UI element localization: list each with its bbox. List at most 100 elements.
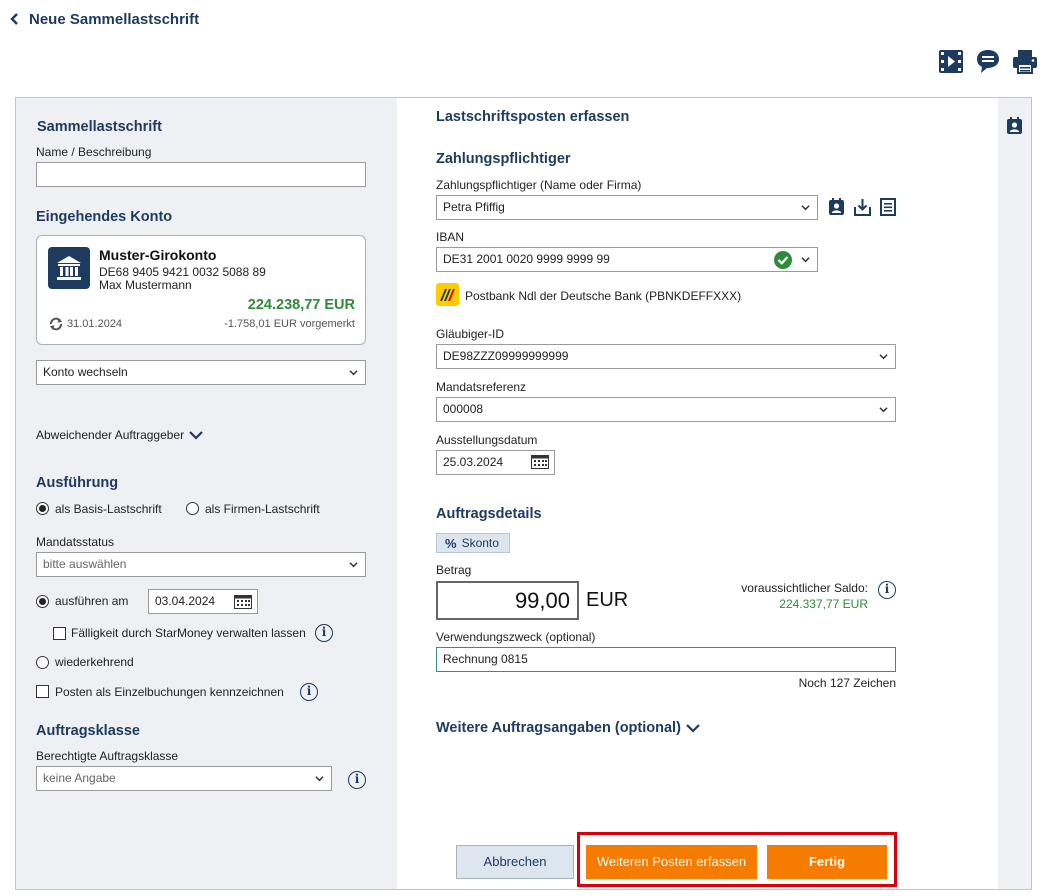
expected-balance-value: 224.337,77 EUR	[779, 597, 868, 611]
chevron-down-icon	[801, 257, 810, 263]
amount-value: 99,00	[514, 588, 570, 613]
switch-account-select[interactable]: Konto wechseln	[36, 360, 366, 385]
due-manage-label: Fälligkeit durch StarMoney verwalten las…	[71, 626, 306, 640]
radio-firmen[interactable]	[186, 502, 199, 515]
contact-book-icon	[1007, 117, 1022, 134]
template-icon[interactable]	[880, 198, 896, 216]
percent-icon: %	[445, 535, 457, 551]
right-title: Lastschriftsposten erfassen	[436, 109, 630, 125]
iban-input[interactable]: DE31 2001 0020 9999 9999 99	[436, 247, 818, 272]
issue-date-value: 25.03.2024	[443, 455, 504, 469]
order-class-label: Berechtigte Auftragsklasse	[36, 749, 179, 763]
account-pending: -1.758,01 EUR vorgemerkt	[224, 318, 355, 330]
refresh-icon	[50, 317, 62, 331]
cancel-button[interactable]: Abbrechen	[456, 845, 574, 879]
print-button[interactable]	[1012, 49, 1038, 74]
bank-name: Postbank Ndl der Deutsche Bank (PBNKDEFF…	[465, 289, 742, 303]
order-class-select[interactable]: keine Angabe	[36, 766, 332, 791]
account-holder: Max Mustermann	[99, 278, 192, 292]
finish-button[interactable]: Fertig	[767, 845, 887, 879]
purpose-input[interactable]: Rechnung 0815	[436, 647, 896, 672]
account-card[interactable]: Muster-Girokonto DE68 9405 9421 0032 508…	[36, 235, 366, 345]
issue-date-input[interactable]: 25.03.2024	[436, 450, 555, 475]
contact-book-icon[interactable]	[828, 198, 845, 216]
creditor-select[interactable]: DE98ZZZ09999999999	[436, 344, 896, 369]
amount-input[interactable]: 99,00	[436, 581, 579, 620]
radio-execute-on[interactable]	[36, 595, 49, 608]
page-title: Neue Sammellastschrift	[29, 10, 200, 28]
creditor-label: Gläubiger-ID	[436, 327, 505, 341]
mandate-status-select[interactable]: bitte auswählen	[36, 552, 366, 577]
info-icon[interactable]: i	[315, 624, 333, 642]
mandate-status-value: bitte auswählen	[43, 557, 127, 571]
print-icon	[1013, 50, 1037, 74]
account-balance: 224.238,77 EUR	[247, 297, 355, 313]
chevron-down-icon	[801, 205, 810, 211]
radio-recurring[interactable]	[36, 656, 49, 669]
account-iban: DE68 9405 9421 0032 5088 89	[99, 265, 266, 279]
video-button[interactable]	[938, 49, 964, 74]
account-date: 31.01.2024	[67, 318, 123, 330]
back-link[interactable]: Neue Sammellastschrift	[10, 9, 199, 29]
section-title-sammellastschrift: Sammellastschrift	[37, 119, 162, 135]
mandate-ref-select[interactable]: 000008	[436, 397, 896, 422]
video-icon	[939, 50, 963, 73]
amount-currency: EUR	[586, 589, 629, 611]
issue-date-label: Ausstellungsdatum	[436, 433, 538, 447]
recurring-label: wiederkehrend	[55, 655, 134, 669]
execute-on-label: ausführen am	[55, 594, 129, 608]
chars-left: Noch 127 Zeichen	[798, 676, 896, 690]
skonto-label: Skonto	[461, 536, 499, 550]
radio-firmen-label: als Firmen-Lastschrift	[205, 502, 320, 516]
info-icon[interactable]: i	[300, 683, 318, 701]
chat-button[interactable]	[976, 49, 1000, 74]
iban-label: IBAN	[436, 230, 465, 244]
radio-basis-label: als Basis-Lastschrift	[55, 502, 162, 516]
mandate-status-label: Mandatsstatus	[36, 535, 115, 549]
single-booking-label: Posten als Einzelbuchungen kennzeichnen	[55, 685, 284, 699]
check-valid-icon	[774, 251, 792, 269]
mandate-ref-value: 000008	[443, 402, 484, 416]
order-class-value: keine Angabe	[43, 771, 116, 785]
skonto-button[interactable]: % Skonto	[436, 533, 510, 553]
contact-book-side-button[interactable]	[1006, 117, 1023, 135]
chevron-down-icon	[349, 370, 358, 376]
different-payer-label: Abweichender Auftraggeber	[36, 428, 185, 442]
purpose-label: Verwendungszweck (optional)	[436, 630, 596, 644]
chevron-down-icon	[686, 724, 700, 733]
name-input[interactable]	[36, 162, 366, 187]
add-more-button[interactable]: Weiteren Posten erfassen	[586, 845, 757, 879]
bank-logo-icon	[436, 283, 459, 306]
different-payer-toggle[interactable]: Abweichender Auftraggeber	[36, 428, 203, 442]
payer-select[interactable]: Petra Pfiffig	[436, 195, 818, 220]
section-title-details: Auftragsdetails	[436, 506, 542, 522]
calendar-icon[interactable]	[531, 455, 549, 469]
side-panel	[998, 97, 1032, 890]
chevron-left-icon	[10, 13, 18, 25]
calendar-icon[interactable]	[234, 595, 252, 609]
execute-on-date-input[interactable]: 03.04.2024	[148, 589, 258, 614]
section-title-payer: Zahlungspflichtiger	[436, 151, 571, 167]
section-title-account: Eingehendes Konto	[36, 209, 173, 225]
iban-value: DE31 2001 0020 9999 9999 99	[443, 252, 610, 266]
more-details-toggle[interactable]: Weitere Auftragsangaben (optional)	[436, 720, 700, 736]
radio-basis[interactable]	[36, 502, 49, 515]
mandate-ref-label: Mandatsreferenz	[436, 380, 527, 394]
bank-icon	[48, 247, 90, 289]
info-icon[interactable]: i	[348, 771, 366, 789]
name-label: Name / Beschreibung	[36, 145, 152, 159]
chevron-down-icon	[189, 431, 203, 440]
single-booking-checkbox[interactable]	[36, 685, 49, 698]
execute-on-date: 03.04.2024	[155, 594, 216, 608]
payer-label: Zahlungspflichtiger (Name oder Firma)	[436, 178, 642, 192]
chevron-down-icon	[315, 776, 324, 782]
due-manage-checkbox[interactable]	[53, 627, 66, 640]
more-details-label: Weitere Auftragsangaben (optional)	[436, 720, 681, 736]
chevron-down-icon	[879, 354, 888, 360]
import-icon[interactable]	[854, 198, 871, 216]
expected-balance-label: voraussichtlicher Saldo:	[741, 581, 868, 595]
creditor-value: DE98ZZZ09999999999	[443, 349, 569, 363]
info-icon[interactable]: i	[878, 581, 896, 599]
switch-account-label: Konto wechseln	[43, 365, 128, 379]
section-title-order-class: Auftragsklasse	[36, 723, 140, 739]
